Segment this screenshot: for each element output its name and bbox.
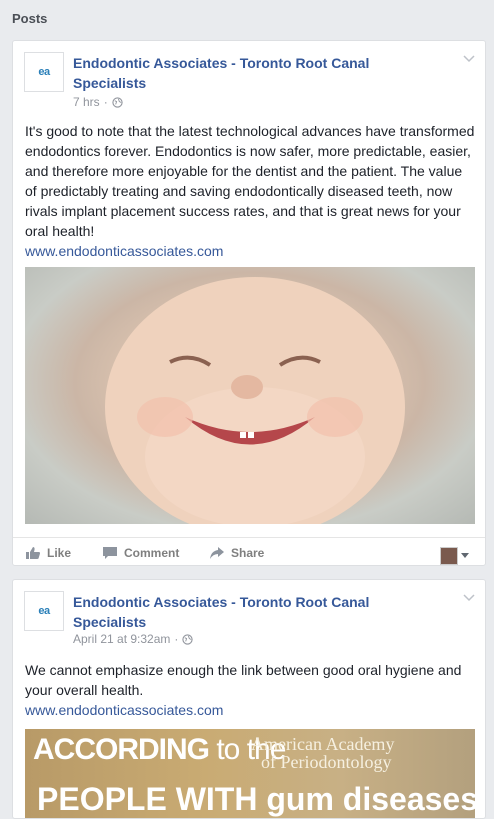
- post-text: It's good to note that the latest techno…: [25, 123, 475, 239]
- post-meta: 7 hrs ·: [73, 95, 123, 109]
- avatar: [440, 547, 458, 565]
- post-body: We cannot emphasize enough the link betw…: [25, 660, 477, 720]
- post-card: ea Endodontic Associates - Toronto Root …: [12, 579, 486, 819]
- post-body: It's good to note that the latest techno…: [25, 121, 477, 261]
- post-timestamp[interactable]: 7 hrs: [73, 95, 100, 109]
- chevron-down-icon[interactable]: [463, 594, 475, 602]
- section-title: Posts: [12, 11, 48, 26]
- comment-label: Comment: [124, 546, 180, 560]
- banner-organization: American Academy of Periodontology: [251, 734, 395, 772]
- globe-icon[interactable]: [112, 96, 123, 108]
- comment-button[interactable]: Comment: [102, 538, 179, 568]
- comment-icon: [103, 547, 117, 559]
- share-button[interactable]: Share: [209, 538, 264, 568]
- chevron-down-icon[interactable]: [463, 55, 475, 63]
- page-name-link[interactable]: Endodontic Associates - Toronto Root Can…: [73, 592, 413, 632]
- post-card: ea Endodontic Associates - Toronto Root …: [12, 40, 486, 566]
- like-button[interactable]: Like: [25, 538, 71, 568]
- post-as-selector[interactable]: [440, 547, 469, 565]
- like-label: Like: [47, 546, 72, 560]
- post-meta: April 21 at 9:32am ·: [73, 632, 194, 646]
- banner-subline: PEOPLE WITH gum diseases: [37, 781, 475, 817]
- post-timestamp[interactable]: April 21 at 9:32am: [73, 632, 170, 646]
- page-logo[interactable]: ea: [24, 52, 64, 92]
- page-name-link[interactable]: Endodontic Associates - Toronto Root Can…: [73, 53, 413, 93]
- page-logo[interactable]: ea: [24, 591, 64, 631]
- caret-down-icon: [461, 553, 469, 558]
- smiling-baby-photo[interactable]: [25, 267, 475, 524]
- post-actions: Like Comment Share: [13, 537, 485, 568]
- meta-separator: ·: [174, 632, 179, 646]
- post-text: We cannot emphasize enough the link betw…: [25, 662, 462, 698]
- infographic-banner[interactable]: ACCORDING to the American Academy of Per…: [25, 729, 475, 818]
- logo-mark: ea: [38, 605, 50, 617]
- post-link[interactable]: www.endodonticassociates.com: [25, 702, 223, 718]
- thumbs-up-icon: [26, 547, 40, 559]
- baby-illustration: [105, 277, 405, 524]
- logo-mark: ea: [38, 66, 50, 78]
- meta-separator: ·: [103, 95, 108, 109]
- share-label: Share: [231, 546, 265, 560]
- banner-headline: ACCORDING to the: [33, 733, 286, 766]
- share-icon: [210, 547, 224, 559]
- globe-icon[interactable]: [182, 633, 194, 645]
- post-link[interactable]: www.endodonticassociates.com: [25, 243, 223, 259]
